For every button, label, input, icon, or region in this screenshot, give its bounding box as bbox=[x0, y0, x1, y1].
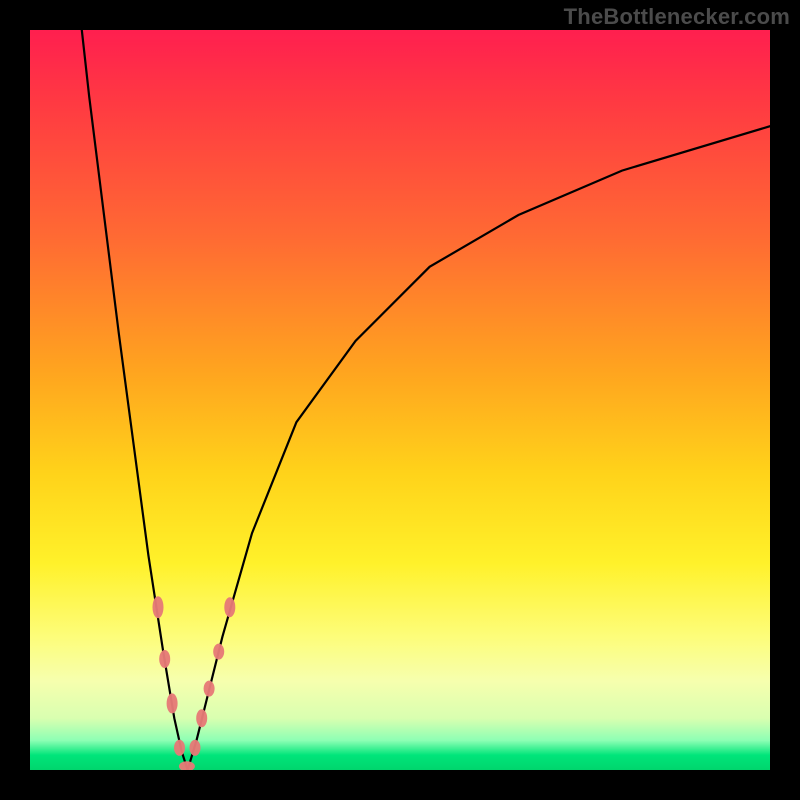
chart-frame: TheBottlenecker.com bbox=[0, 0, 800, 800]
curve-marker bbox=[213, 644, 224, 660]
curve-marker bbox=[196, 709, 207, 727]
curve-marker bbox=[159, 650, 170, 668]
watermark-text: TheBottlenecker.com bbox=[564, 4, 790, 30]
curve-marker bbox=[190, 740, 201, 756]
curve-marker bbox=[153, 596, 164, 618]
bottleneck-curve-svg bbox=[30, 30, 770, 770]
curve-left-branch bbox=[82, 30, 188, 770]
curve-marker bbox=[167, 693, 178, 713]
curve-marker bbox=[224, 597, 235, 617]
chart-plot-area bbox=[30, 30, 770, 770]
curve-marker bbox=[179, 761, 195, 770]
curve-marker bbox=[174, 740, 185, 756]
marker-group bbox=[153, 596, 236, 770]
curve-marker bbox=[204, 681, 215, 697]
curve-right-branch bbox=[188, 126, 770, 770]
